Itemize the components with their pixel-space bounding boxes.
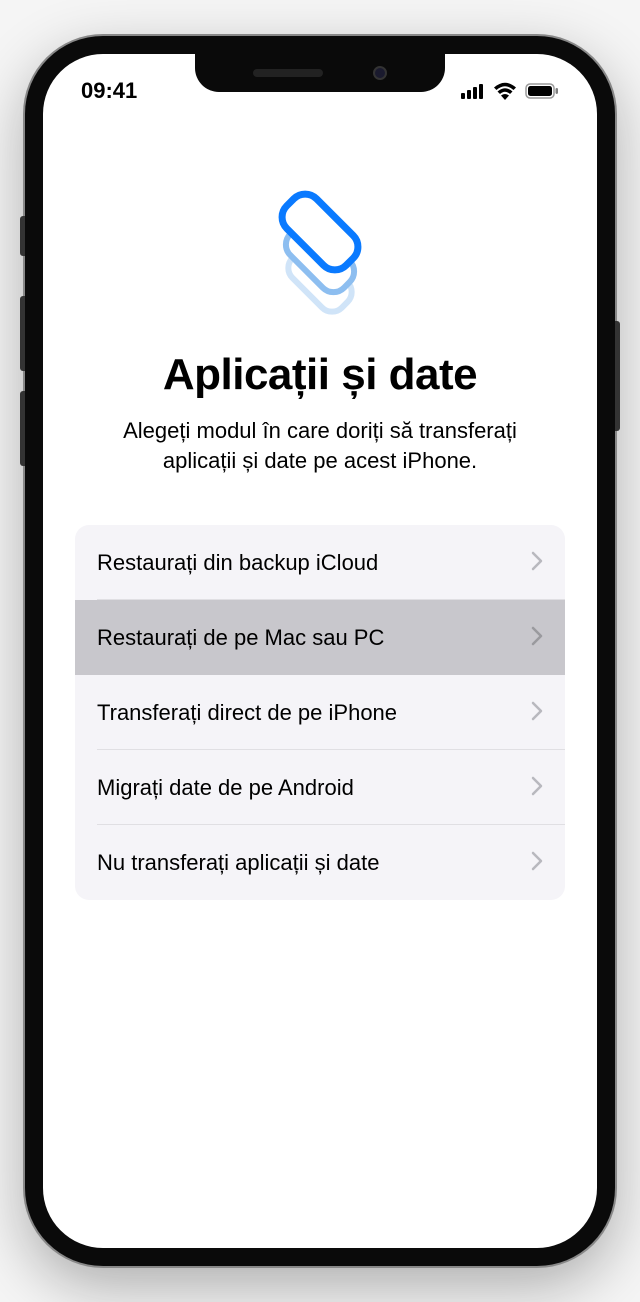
power-button: [615, 321, 620, 431]
options-list: Restaurați din backup iCloud Restaurați …: [75, 525, 565, 900]
status-time: 09:41: [81, 78, 137, 104]
option-no-transfer[interactable]: Nu transferați aplicații și date: [75, 825, 565, 900]
apps-data-icon: [255, 190, 385, 320]
option-restore-mac-pc[interactable]: Restaurați de pe Mac sau PC: [75, 600, 565, 675]
option-restore-icloud[interactable]: Restaurați din backup iCloud: [75, 525, 565, 600]
option-label: Transferați direct de pe iPhone: [97, 700, 397, 726]
content-area: Aplicații și date Alegeți modul în care …: [43, 110, 597, 900]
option-label: Restaurați din backup iCloud: [97, 550, 378, 576]
notch: [195, 54, 445, 92]
option-transfer-iphone[interactable]: Transferați direct de pe iPhone: [75, 675, 565, 750]
page-subtitle: Alegeți modul în care doriți să transfer…: [73, 416, 567, 475]
front-camera: [373, 66, 387, 80]
wifi-icon: [493, 82, 517, 100]
page-title: Aplicații și date: [73, 350, 567, 400]
option-label: Nu transferați aplicații și date: [97, 850, 379, 876]
cellular-signal-icon: [461, 83, 485, 99]
mute-switch: [20, 216, 25, 256]
chevron-right-icon: [531, 697, 543, 728]
volume-down-button: [20, 391, 25, 466]
screen: 09:41: [43, 54, 597, 1248]
option-migrate-android[interactable]: Migrați date de pe Android: [75, 750, 565, 825]
chevron-right-icon: [531, 547, 543, 578]
battery-icon: [525, 83, 559, 99]
chevron-right-icon: [531, 772, 543, 803]
option-label: Restaurați de pe Mac sau PC: [97, 625, 384, 651]
speaker: [253, 69, 323, 77]
phone-frame: 09:41: [25, 36, 615, 1266]
chevron-right-icon: [531, 847, 543, 878]
chevron-right-icon: [531, 622, 543, 653]
volume-up-button: [20, 296, 25, 371]
status-indicators: [461, 82, 559, 100]
option-label: Migrați date de pe Android: [97, 775, 354, 801]
